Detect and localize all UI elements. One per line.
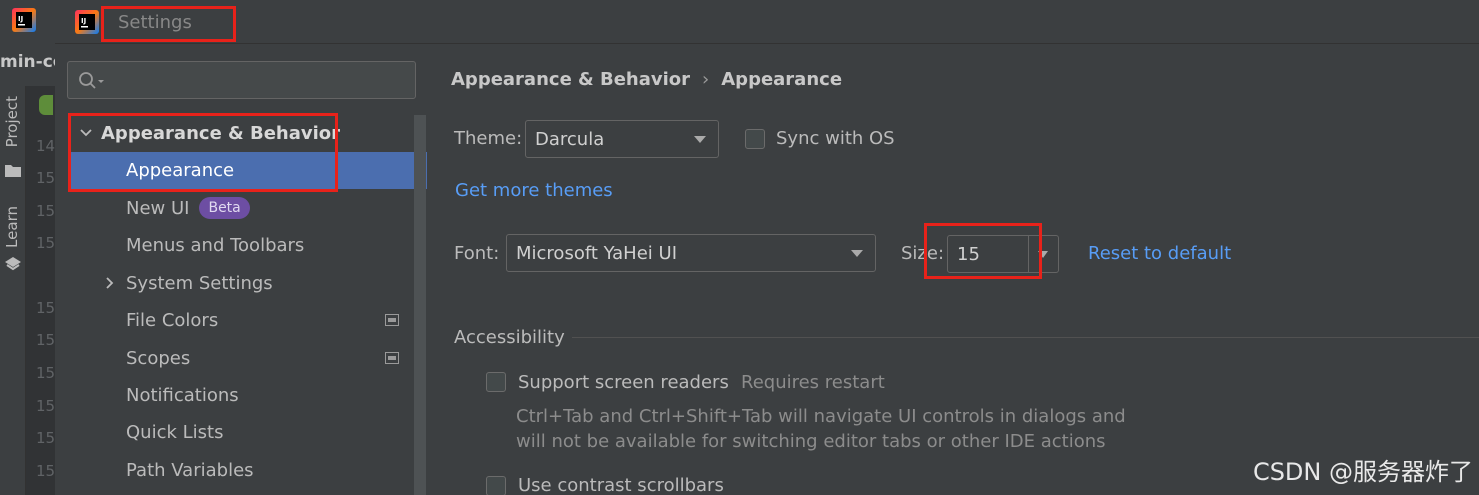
- accessibility-section-title: Accessibility: [454, 327, 565, 348]
- theme-select[interactable]: Darcula: [525, 120, 719, 158]
- intellij-logo-icon: IJ: [75, 10, 99, 34]
- sidebar-item-menus-toolbars[interactable]: Menus and Toolbars: [55, 227, 415, 264]
- project-scope-icon: [385, 314, 399, 326]
- ide-toolbar: IJ: [0, 0, 55, 44]
- sidebar-item-file-colors[interactable]: File Colors: [55, 302, 415, 339]
- tool-window-strip: [0, 86, 26, 495]
- intellij-logo-icon: IJ: [12, 8, 36, 32]
- learn-icon: [5, 257, 21, 271]
- screen-readers-label[interactable]: Support screen readers: [518, 372, 729, 393]
- sidebar-item-new-ui[interactable]: New UI Beta: [55, 190, 415, 227]
- sidebar-item-text: New UI: [126, 198, 190, 219]
- settings-search[interactable]: [67, 61, 416, 99]
- dropdown-arrow-icon: [694, 136, 706, 143]
- project-scope-icon: [385, 352, 399, 364]
- settings-dialog: IJ Settings Appearance & Behavior Appear…: [55, 0, 1479, 495]
- sidebar-scrollbar[interactable]: [414, 115, 426, 495]
- highlight-box: [68, 113, 338, 192]
- highlight-box: [101, 6, 236, 42]
- search-icon: [79, 72, 104, 89]
- project-name: min-co: [0, 52, 55, 72]
- sync-os-checkbox[interactable]: [745, 129, 765, 149]
- sidebar-item-label: File Colors: [126, 310, 219, 331]
- line-number: 15: [36, 169, 56, 187]
- dialog-titlebar: IJ Settings: [55, 0, 1479, 44]
- sync-os-label[interactable]: Sync with OS: [776, 128, 895, 149]
- dropdown-arrow-icon: [851, 250, 863, 257]
- sidebar-item-label: Path Variables: [126, 460, 254, 481]
- settings-content: Appearance & Behavior › Appearance Theme: …: [427, 45, 1479, 495]
- line-number: 15: [36, 364, 56, 382]
- sidebar-item-label: System Settings: [126, 273, 273, 294]
- contrast-scrollbars-label[interactable]: Use contrast scrollbars: [518, 475, 724, 495]
- sidebar-item-label: Scopes: [126, 348, 191, 369]
- line-number: 15: [36, 397, 56, 415]
- requires-restart-hint: Requires restart: [741, 372, 885, 393]
- settings-sidebar: Appearance & Behavior Appearance New UI B…: [55, 45, 427, 495]
- breadcrumb-separator: ›: [702, 69, 710, 90]
- sidebar-item-path-variables[interactable]: Path Variables: [55, 452, 415, 489]
- sidebar-item-scopes[interactable]: Scopes: [55, 340, 415, 377]
- sidebar-item-system-settings[interactable]: System Settings: [55, 265, 415, 302]
- search-input[interactable]: [108, 66, 408, 94]
- contrast-scrollbars-checkbox[interactable]: [486, 476, 506, 495]
- line-number: 15: [36, 234, 56, 252]
- sidebar-item-notifications[interactable]: Notifications: [55, 377, 415, 414]
- breadcrumb: Appearance & Behavior › Appearance: [451, 69, 842, 90]
- gutter-badge: [39, 95, 53, 115]
- chevron-right-icon: [106, 277, 114, 289]
- ide-background: IJ min-co Project Learn 14 15 15 15 15 1…: [0, 0, 55, 495]
- section-divider: [572, 337, 1479, 338]
- reset-to-default-link[interactable]: Reset to default: [1088, 243, 1231, 264]
- line-number: 15: [36, 429, 56, 447]
- highlight-box: [924, 223, 1042, 279]
- sidebar-item-label: Quick Lists: [126, 422, 224, 443]
- get-more-themes-link[interactable]: Get more themes: [455, 180, 613, 201]
- line-number: 15: [36, 299, 56, 317]
- screen-readers-checkbox[interactable]: [486, 372, 506, 392]
- theme-value: Darcula: [535, 129, 605, 150]
- line-number: 15: [36, 331, 56, 349]
- theme-label: Theme:: [454, 128, 523, 149]
- font-value: Microsoft YaHei UI: [516, 243, 677, 264]
- line-number: 14: [36, 137, 56, 155]
- sidebar-item-label: Notifications: [126, 385, 239, 406]
- screen-readers-hint: Ctrl+Tab and Ctrl+Shift+Tab will navigat…: [516, 406, 1126, 427]
- sidebar-item-quick-lists[interactable]: Quick Lists: [55, 414, 415, 451]
- folder-icon: [5, 165, 21, 177]
- tool-tab-project[interactable]: Project: [3, 96, 21, 147]
- beta-badge: Beta: [199, 197, 250, 219]
- line-number: 15: [36, 202, 56, 220]
- font-label: Font:: [454, 243, 500, 264]
- screen-readers-hint: will not be available for switching edit…: [516, 431, 1106, 452]
- breadcrumb-item: Appearance: [721, 69, 843, 90]
- line-number: 15: [36, 462, 56, 480]
- font-select[interactable]: Microsoft YaHei UI: [506, 234, 876, 272]
- watermark: CSDN @服务器炸了: [1252, 458, 1473, 486]
- sidebar-item-label: New UI Beta: [126, 190, 250, 227]
- sidebar-item-label: Menus and Toolbars: [126, 235, 305, 256]
- svg-text:IJ: IJ: [81, 17, 86, 25]
- svg-text:IJ: IJ: [18, 15, 23, 23]
- tool-tab-learn[interactable]: Learn: [3, 206, 21, 248]
- breadcrumb-item[interactable]: Appearance & Behavior: [451, 69, 690, 90]
